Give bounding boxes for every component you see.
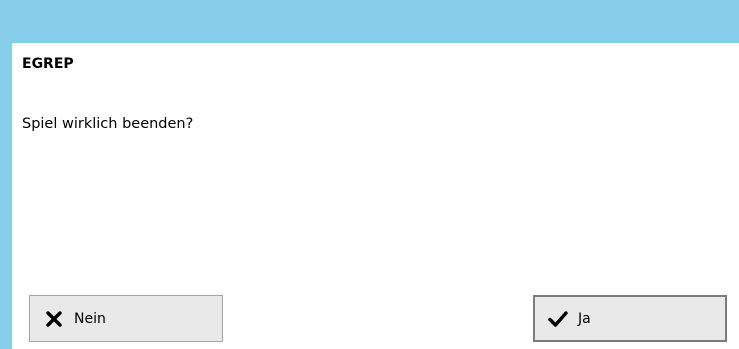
no-button[interactable]: Nein [29,295,223,342]
dialog-window: EGREP Spiel wirklich beenden? Nein Ja [0,0,739,349]
checkmark-icon [547,308,569,330]
yes-button[interactable]: Ja [533,295,727,342]
yes-button-label: Ja [578,310,591,327]
dialog-body: EGREP Spiel wirklich beenden? Nein Ja [12,43,739,349]
dialog-message: Spiel wirklich beenden? [22,116,194,132]
no-button-label: Nein [74,310,106,327]
dialog-title: EGREP [22,56,74,72]
window-titlebar[interactable] [0,0,739,43]
close-icon [43,308,65,330]
